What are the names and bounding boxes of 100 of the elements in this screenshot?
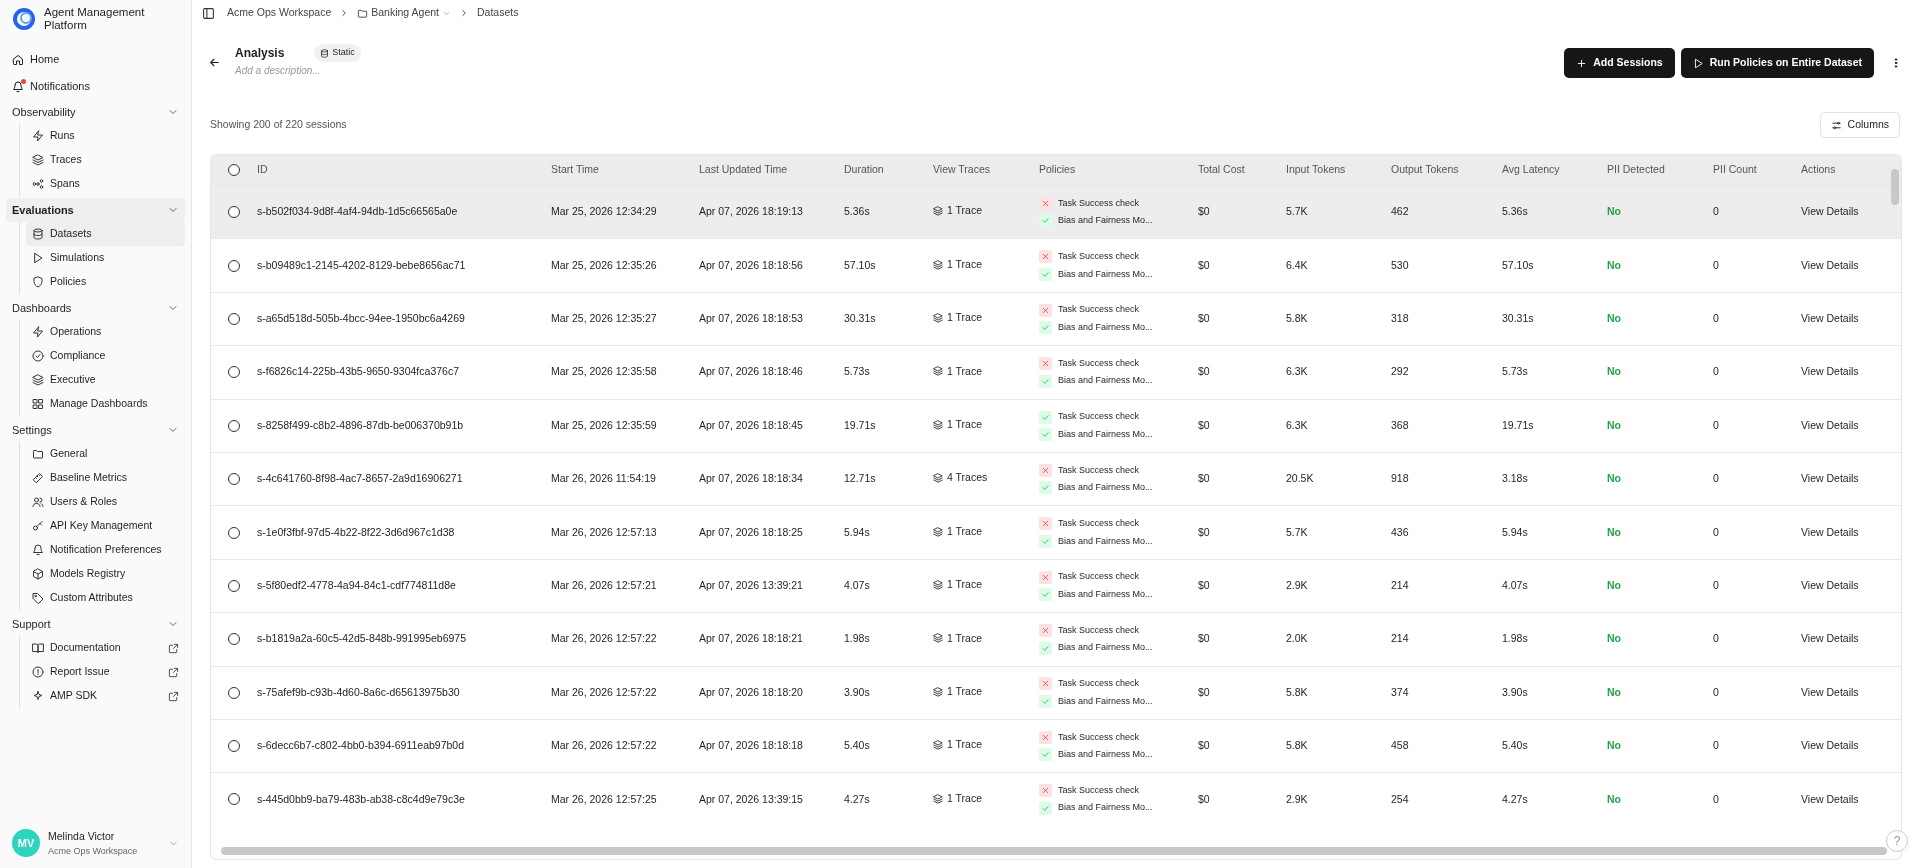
view-details-link[interactable]: View Details (1801, 312, 1859, 325)
section-header[interactable]: Observability (6, 100, 185, 124)
traces-link[interactable]: 1 Trace (933, 310, 983, 326)
section-header[interactable]: Dashboards (6, 296, 185, 320)
row-checkbox[interactable] (228, 579, 240, 592)
columns-button[interactable]: Columns (1819, 112, 1900, 138)
sidebar-item[interactable]: General (26, 442, 185, 466)
sidebar-item[interactable]: Spans (26, 172, 185, 196)
table-cell: 6.4K (1286, 258, 1308, 271)
sidebar-item[interactable]: Baseline Metrics (26, 466, 185, 490)
row-checkbox[interactable] (228, 793, 240, 806)
view-details-link[interactable]: View Details (1801, 365, 1859, 378)
column-header[interactable]: Duration (844, 163, 884, 176)
traces-link[interactable]: 1 Trace (933, 256, 983, 273)
column-header[interactable]: PII Detected (1607, 163, 1665, 176)
traces-link[interactable]: 1 Trace (933, 630, 983, 647)
breadcrumb-link[interactable]: Datasets (477, 5, 519, 21)
row-checkbox[interactable] (228, 686, 240, 699)
sidebar-item[interactable]: Datasets (26, 222, 185, 246)
back-button[interactable] (208, 56, 221, 69)
row-checkbox[interactable] (228, 473, 240, 486)
traces-link[interactable]: 1 Trace (933, 523, 983, 540)
column-header[interactable]: Policies (1039, 163, 1076, 176)
sidebar-item[interactable]: Executive (26, 368, 185, 392)
sidebar-item[interactable]: Users & Roles (26, 490, 185, 514)
table-cell: Mar 25, 2026 12:35:26 (551, 258, 657, 271)
view-details-link[interactable]: View Details (1801, 418, 1859, 431)
breadcrumb-link[interactable]: Banking Agent (357, 5, 451, 21)
view-details-link[interactable]: View Details (1801, 205, 1859, 218)
row-checkbox[interactable] (228, 312, 240, 325)
traces-link[interactable]: 4 Traces (933, 470, 988, 487)
column-header[interactable]: Input Tokens (1286, 163, 1346, 176)
policy-name: Bias and Fairness Mo... (1058, 374, 1153, 388)
column-header[interactable]: View Traces (933, 163, 990, 176)
table-cell: 3.90s (844, 685, 870, 698)
column-header[interactable]: Output Tokens (1391, 163, 1459, 176)
row-checkbox[interactable] (228, 419, 240, 432)
sidebar-item[interactable]: API Key Management (26, 514, 185, 538)
traces-link[interactable]: 1 Trace (933, 416, 983, 433)
sidebar-item[interactable]: Notifications (6, 73, 185, 100)
policy-name: Task Success check (1058, 356, 1140, 370)
sidebar-item[interactable]: Custom Attributes (26, 586, 185, 610)
layers-icon (933, 366, 943, 377)
description-field[interactable]: Add a description... (235, 63, 435, 78)
sidebar-item[interactable]: Report Issue (26, 660, 185, 684)
sidebar-item[interactable]: Policies (26, 270, 185, 294)
row-checkbox[interactable] (228, 259, 240, 272)
circle-check-icon (32, 350, 44, 362)
traces-link[interactable]: 1 Trace (933, 203, 983, 220)
traces-link[interactable]: 1 Trace (933, 737, 983, 754)
sidebar-item[interactable]: Models Registry (26, 562, 185, 586)
column-header[interactable]: Start Time (551, 163, 599, 176)
sidebar-item[interactable]: Home (6, 46, 185, 73)
view-details-link[interactable]: View Details (1801, 525, 1859, 538)
sidebar-item[interactable]: Documentation (26, 636, 185, 660)
column-header[interactable]: Actions (1801, 163, 1836, 176)
table-cell: Apr 07, 2026 18:18:25 (699, 525, 803, 538)
sidebar-item[interactable]: Compliance (26, 344, 185, 368)
add-sessions-button[interactable]: Add Sessions (1564, 48, 1675, 78)
sidebar-item[interactable]: Manage Dashboards (26, 392, 185, 416)
column-header[interactable]: Total Cost (1198, 163, 1245, 176)
select-all-checkbox[interactable] (228, 164, 240, 176)
view-details-link[interactable]: View Details (1801, 258, 1859, 271)
view-details-link[interactable]: View Details (1801, 792, 1859, 805)
view-details-link[interactable]: View Details (1801, 739, 1859, 752)
row-checkbox[interactable] (228, 366, 240, 379)
row-checkbox[interactable] (228, 206, 240, 219)
traces-link[interactable]: 1 Trace (933, 577, 983, 593)
section-header[interactable]: Settings (6, 418, 185, 442)
sidebar-item[interactable]: AMP SDK (26, 684, 185, 708)
logo-icon (12, 7, 36, 31)
traces-link[interactable]: 1 Trace (933, 790, 983, 807)
vertical-scrollbar[interactable] (1891, 169, 1899, 205)
run-policies-button[interactable]: Run Policies on Entire Dataset (1680, 48, 1874, 78)
sidebar-item[interactable]: Runs (26, 124, 185, 148)
view-details-link[interactable]: View Details (1801, 579, 1859, 592)
horizontal-scrollbar[interactable] (221, 847, 1887, 855)
section-header[interactable]: Evaluations (6, 198, 185, 222)
sidebar-item[interactable]: Notification Preferences (26, 538, 185, 562)
row-checkbox[interactable] (228, 740, 240, 753)
sidebar-item[interactable]: Traces (26, 148, 185, 172)
row-checkbox[interactable] (228, 526, 240, 539)
alert-circle-icon (32, 666, 44, 678)
section-header[interactable]: Support (6, 612, 185, 636)
view-details-link[interactable]: View Details (1801, 632, 1859, 645)
breadcrumb-link[interactable]: Acme Ops Workspace (227, 5, 332, 21)
view-details-link[interactable]: View Details (1801, 685, 1859, 698)
traces-link[interactable]: 1 Trace (933, 683, 983, 700)
layers-icon (933, 419, 943, 430)
column-header[interactable]: Last Updated Time (699, 163, 788, 176)
traces-link[interactable]: 1 Trace (933, 363, 983, 380)
row-checkbox[interactable] (228, 633, 240, 646)
view-details-link[interactable]: View Details (1801, 472, 1859, 485)
sidebar-item[interactable]: Operations (26, 320, 185, 344)
column-header[interactable]: PII Count (1713, 163, 1757, 176)
table-cell: 5.73s (1502, 365, 1528, 378)
column-header[interactable]: Avg Latency (1502, 163, 1560, 176)
table-row[interactable]: s-b502f034-9d8f-4af4-94db-1d5c66565a0e Mar 25, 2026 12:34:29 Apr 07, 2026 18:19:13 5.36s 1 Trace Task Success check Bias and Fairness Mo... $0 5.7K 462 5.36s No 0 View Details (211, 185, 1901, 239)
sidebar-item[interactable]: Simulations (26, 246, 185, 270)
column-header[interactable]: ID (257, 163, 268, 176)
